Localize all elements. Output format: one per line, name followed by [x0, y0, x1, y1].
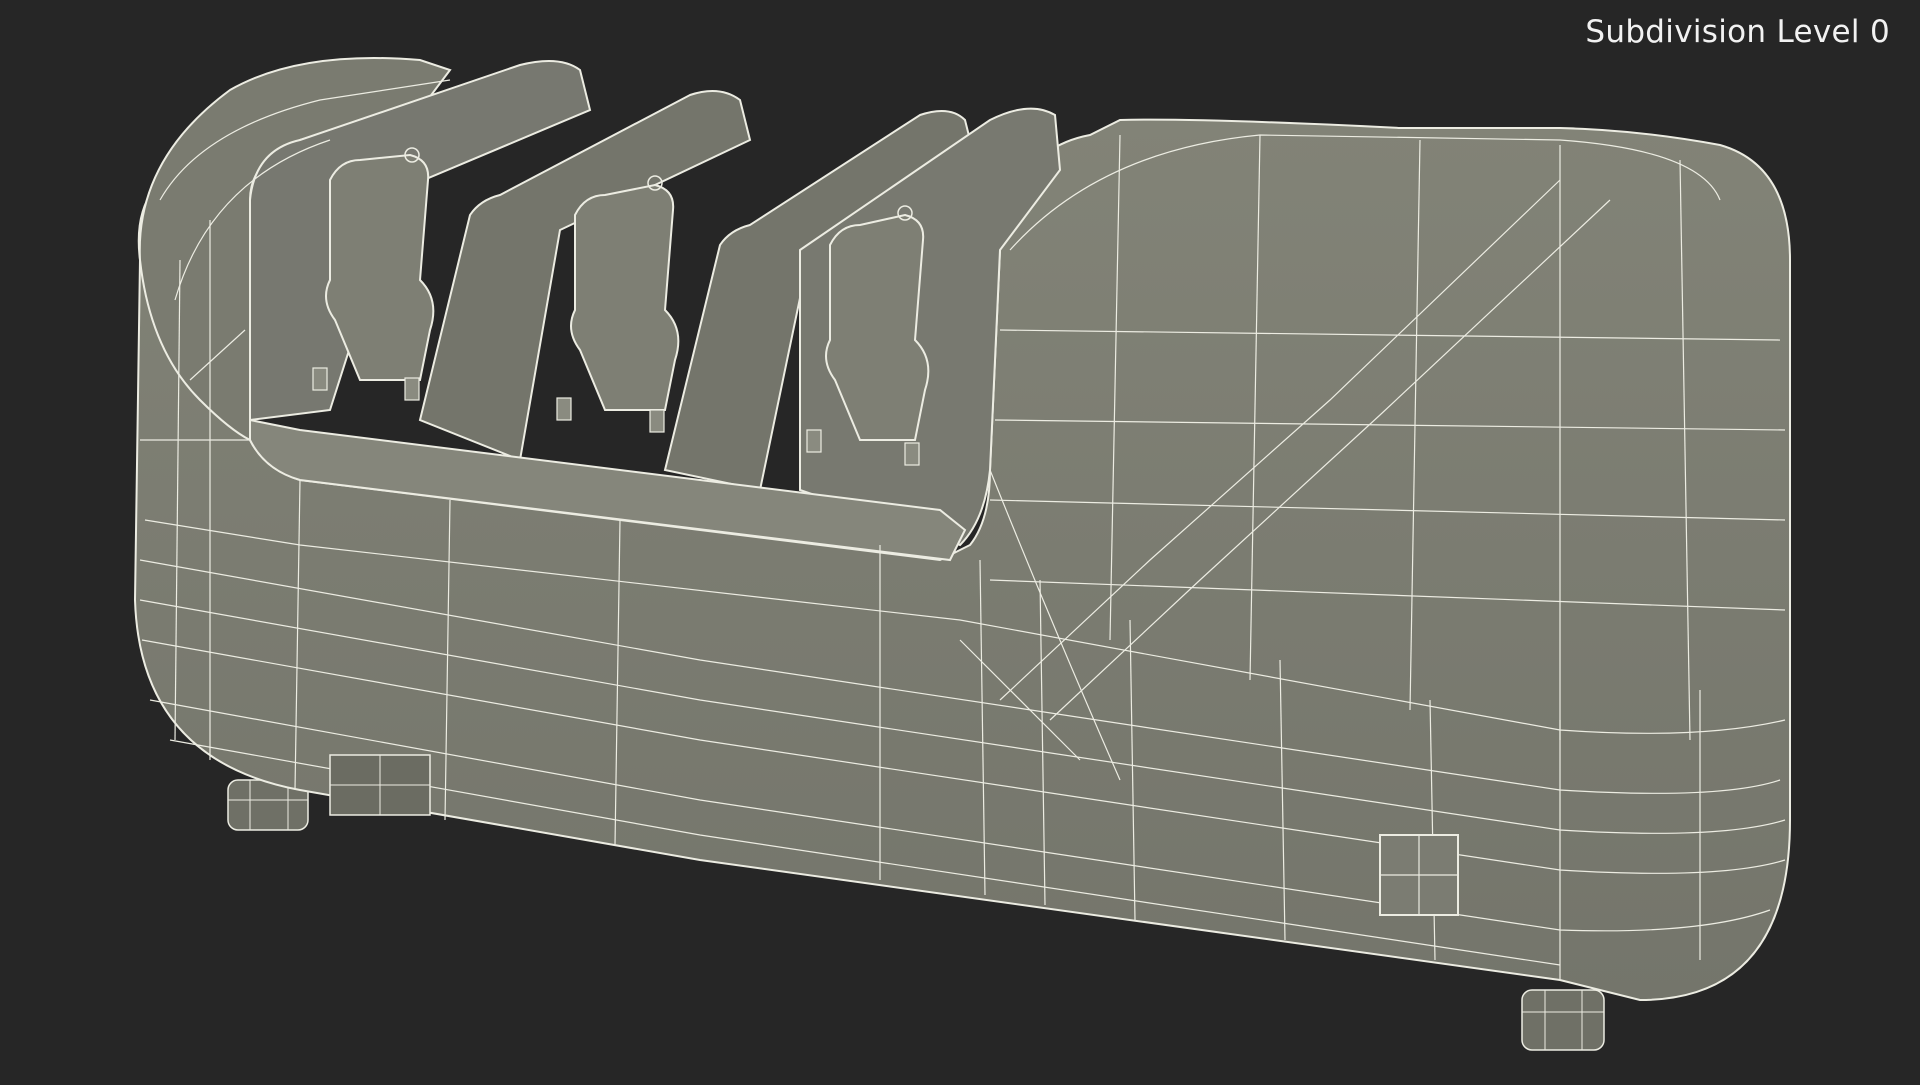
- foot-right: [1521, 989, 1605, 1051]
- power-switch: [1379, 834, 1459, 916]
- 3d-viewport[interactable]: Subdivision Level 0: [0, 0, 1920, 1080]
- cord-port: [329, 754, 431, 816]
- sharpener-wireframe-render: [133, 57, 1791, 1051]
- spring-clip-slot-2: [556, 175, 680, 433]
- subdivision-level-label: Subdivision Level 0: [1585, 14, 1890, 50]
